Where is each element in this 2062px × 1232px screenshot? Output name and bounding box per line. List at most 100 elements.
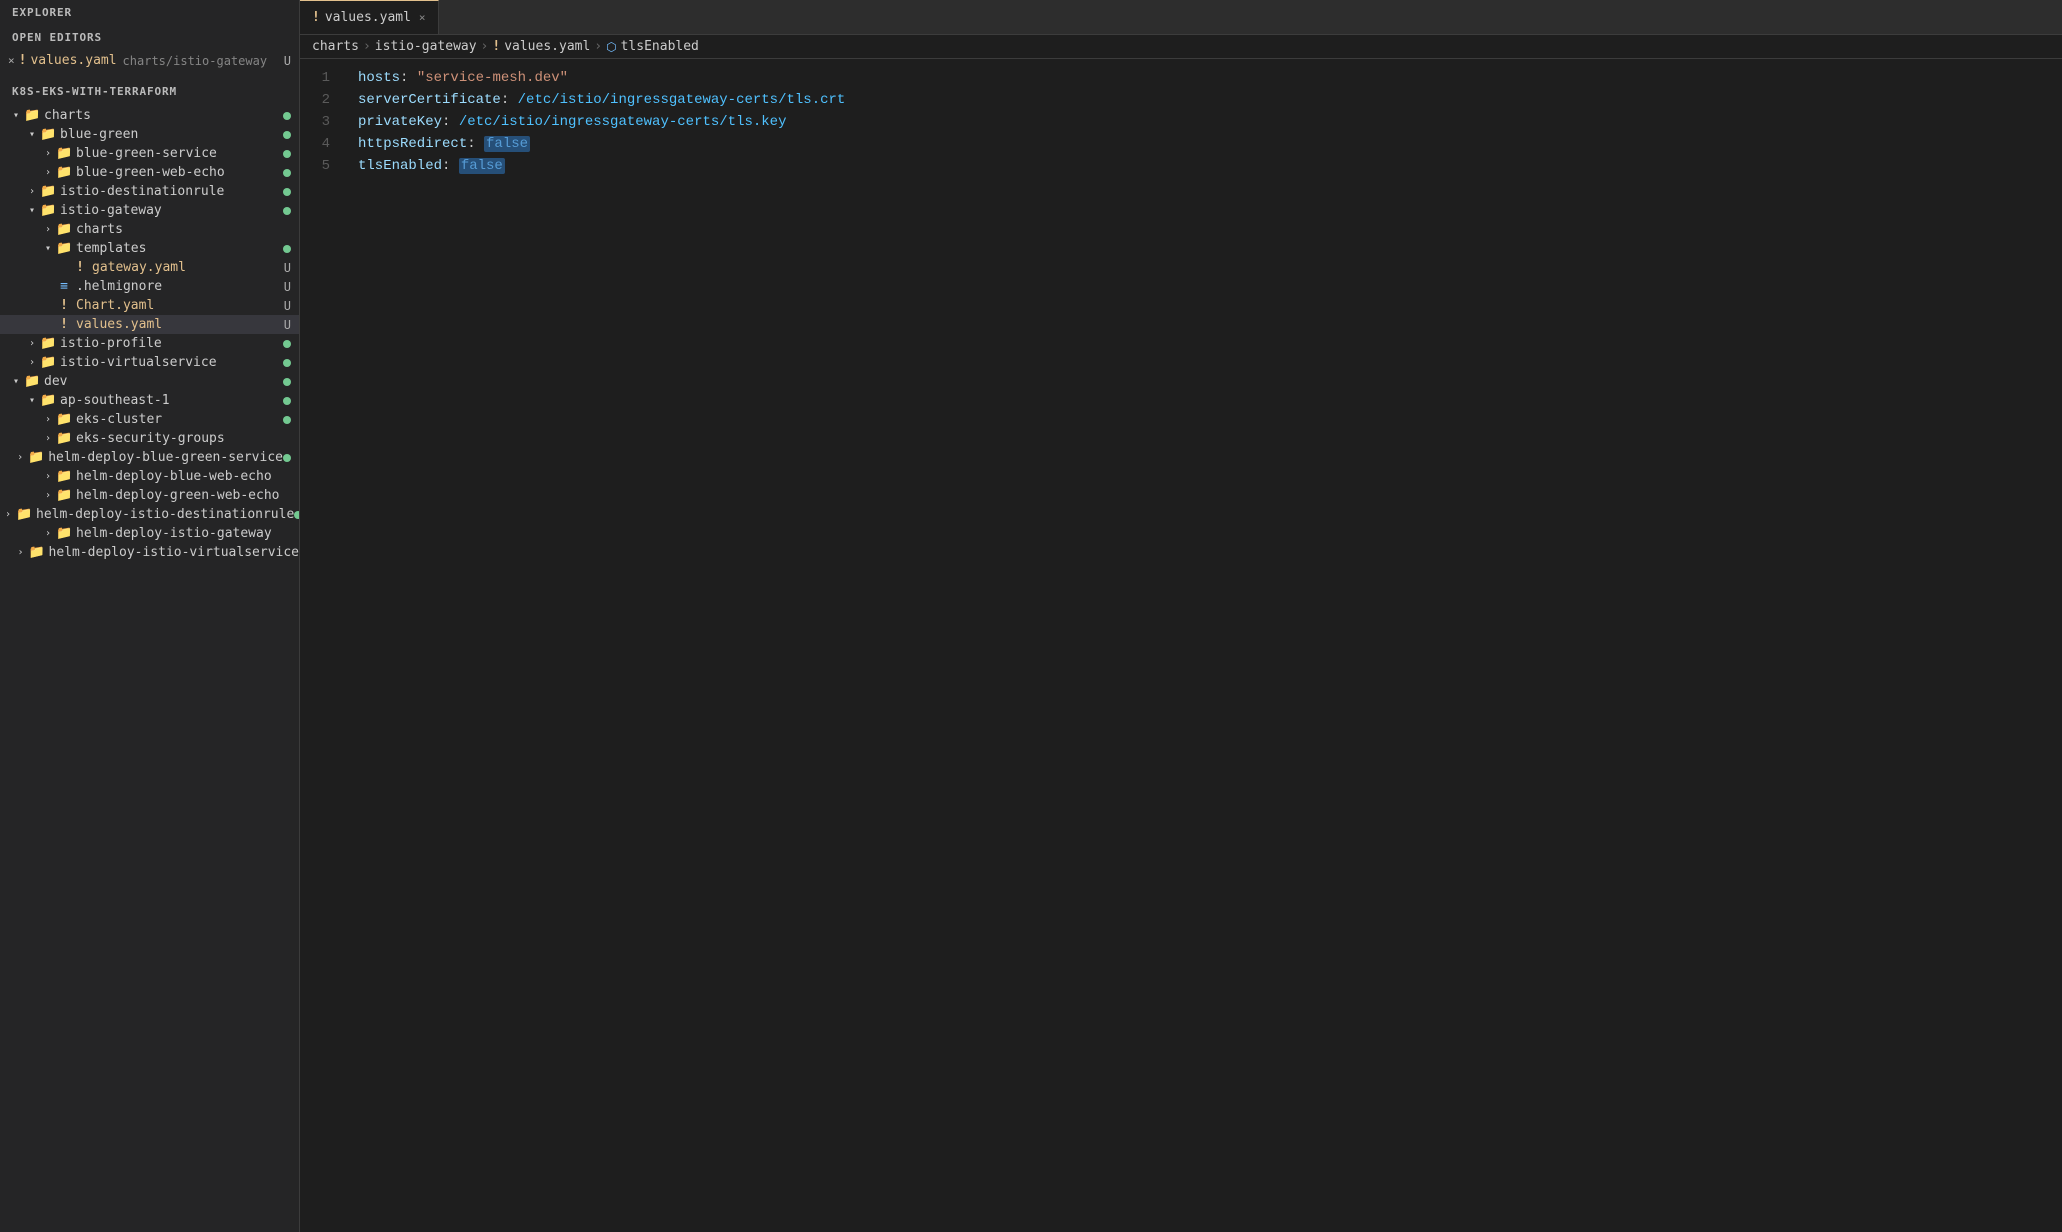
tree-item-eks-security-groups[interactable]: ›📁eks-security-groups xyxy=(0,429,299,448)
open-editor-filename: values.yaml xyxy=(30,53,116,68)
sidebar: EXPLORER OPEN EDITORS × ! values.yaml ch… xyxy=(0,0,300,1232)
tree-item-eks-cluster[interactable]: ›📁eks-cluster xyxy=(0,410,299,429)
chevron-icon: › xyxy=(40,414,56,425)
folder-icon: 📁 xyxy=(56,469,72,484)
exclaim-file-icon: ! xyxy=(72,260,88,275)
folder-icon: 📁 xyxy=(56,146,72,161)
tree-item-label: charts xyxy=(76,222,299,237)
tree-item-label: helm-deploy-blue-green-service xyxy=(48,450,283,465)
tree-item-.helmignore[interactable]: ≡.helmignoreU xyxy=(0,277,299,296)
line-content: tlsEnabled: false xyxy=(350,155,2062,177)
tab-bar: ! values.yaml × xyxy=(300,0,2062,35)
tab-filename: values.yaml xyxy=(325,10,411,25)
tree-item-helm-deploy-istio-destinationrule[interactable]: ›📁helm-deploy-istio-destinationrule xyxy=(0,505,299,524)
explorer-heading: EXPLORER xyxy=(0,0,299,25)
breadcrumb-sep-1: › xyxy=(363,39,371,54)
breadcrumb-sep-3: › xyxy=(594,39,602,54)
code-editor[interactable]: 1hosts: "service-mesh.dev"2serverCertifi… xyxy=(300,59,2062,1232)
breadcrumb-bracket-icon: ⬡ xyxy=(606,40,616,54)
workspace-heading: K8S-EKS-WITH-TERRAFORM xyxy=(0,79,299,104)
tree-item-label: eks-cluster xyxy=(76,412,283,427)
modified-dot xyxy=(283,245,291,253)
exclaim-file-icon: ! xyxy=(56,317,72,332)
line-number: 4 xyxy=(300,133,350,155)
tree-item-helm-deploy-green-web-echo[interactable]: ›📁helm-deploy-green-web-echo xyxy=(0,486,299,505)
folder-icon: 📁 xyxy=(29,545,45,560)
chevron-icon: › xyxy=(24,357,40,368)
tree-item-label: helm-deploy-istio-gateway xyxy=(76,526,299,541)
tree-item-charts[interactable]: ▾📁charts xyxy=(0,106,299,125)
tab-exclaim-icon: ! xyxy=(312,10,320,25)
code-line: 3privateKey: /etc/istio/ingressgateway-c… xyxy=(300,111,2062,133)
folder-icon: 📁 xyxy=(40,355,56,370)
modified-dot xyxy=(283,207,291,215)
tab-close-icon[interactable]: × xyxy=(419,11,426,24)
tree-item-values.yaml[interactable]: !values.yamlU xyxy=(0,315,299,334)
tree-item-istio-virtualservice[interactable]: ›📁istio-virtualservice xyxy=(0,353,299,372)
syntax-key: serverCertificate xyxy=(358,92,501,108)
open-editor-item[interactable]: × ! values.yaml charts/istio-gateway U xyxy=(0,50,299,71)
code-line: 1hosts: "service-mesh.dev" xyxy=(300,67,2062,89)
tree-item-templates[interactable]: ▾📁templates xyxy=(0,239,299,258)
code-line: 2serverCertificate: /etc/istio/ingressga… xyxy=(300,89,2062,111)
syntax-value: /etc/istio/ingressgateway-certs/tls.key xyxy=(459,114,787,130)
tab-values-yaml[interactable]: ! values.yaml × xyxy=(300,0,439,34)
line-content: hosts: "service-mesh.dev" xyxy=(350,67,2062,89)
close-icon[interactable]: × xyxy=(8,54,15,67)
folder-icon: 📁 xyxy=(28,450,44,465)
modified-dot xyxy=(283,340,291,348)
chevron-icon: › xyxy=(24,338,40,349)
breadcrumb-values-yaml: values.yaml xyxy=(504,39,590,54)
line-number: 2 xyxy=(300,89,350,111)
tree-item-ap-southeast-1[interactable]: ▾📁ap-southeast-1 xyxy=(0,391,299,410)
folder-icon: 📁 xyxy=(40,336,56,351)
folder-icon: 📁 xyxy=(56,222,72,237)
tree-item-label: helm-deploy-green-web-echo xyxy=(76,488,299,503)
tree-item-blue-green-service[interactable]: ›📁blue-green-service xyxy=(0,144,299,163)
tree-item-label: istio-profile xyxy=(60,336,283,351)
tree-item-label: .helmignore xyxy=(76,279,284,294)
syntax-key: privateKey xyxy=(358,114,442,130)
chevron-icon: › xyxy=(40,224,56,235)
tree-item-label: helm-deploy-istio-virtualservice xyxy=(49,545,299,560)
syntax-value: false xyxy=(484,136,530,152)
tree-item-blue-green[interactable]: ▾📁blue-green xyxy=(0,125,299,144)
tree-item-label: blue-green xyxy=(60,127,283,142)
syntax-colon: : xyxy=(400,70,417,86)
modified-dot xyxy=(283,416,291,424)
tree-item-gateway.yaml[interactable]: !gateway.yamlU xyxy=(0,258,299,277)
tree-item-blue-green-web-echo[interactable]: ›📁blue-green-web-echo xyxy=(0,163,299,182)
folder-icon: 📁 xyxy=(56,241,72,256)
tree-item-helm-deploy-istio-virtualservice[interactable]: ›📁helm-deploy-istio-virtualservice xyxy=(0,543,299,562)
open-editors-heading: OPEN EDITORS xyxy=(0,25,299,50)
breadcrumb: charts › istio-gateway › ! values.yaml ›… xyxy=(300,35,2062,59)
modified-dot xyxy=(283,397,291,405)
tree-item-label: eks-security-groups xyxy=(76,431,299,446)
tree-item-helm-deploy-blue-green-service[interactable]: ›📁helm-deploy-blue-green-service xyxy=(0,448,299,467)
modified-dot xyxy=(283,454,291,462)
tree-item-istio-gateway[interactable]: ▾📁istio-gateway xyxy=(0,201,299,220)
breadcrumb-charts: charts xyxy=(312,39,359,54)
folder-icon: 📁 xyxy=(24,108,40,123)
open-editor-badge: U xyxy=(284,54,291,68)
tree-item-label: istio-gateway xyxy=(60,203,283,218)
tree-item-Chart.yaml[interactable]: !Chart.yamlU xyxy=(0,296,299,315)
line-content: serverCertificate: /etc/istio/ingressgat… xyxy=(350,89,2062,111)
tree-item-istio-profile[interactable]: ›📁 istio-profile xyxy=(0,334,299,353)
tree-item-charts-sub[interactable]: ›📁 charts xyxy=(0,220,299,239)
tree-item-istio-destinationrule[interactable]: ›📁istio-destinationrule xyxy=(0,182,299,201)
tree-item-helm-deploy-blue-web-echo[interactable]: ›📁helm-deploy-blue-web-echo xyxy=(0,467,299,486)
line-number: 3 xyxy=(300,111,350,133)
folder-icon: 📁 xyxy=(56,431,72,446)
folder-icon: 📁 xyxy=(40,127,56,142)
tree-item-helm-deploy-istio-gateway[interactable]: ›📁helm-deploy-istio-gateway xyxy=(0,524,299,543)
line-content: privateKey: /etc/istio/ingressgateway-ce… xyxy=(350,111,2062,133)
tree-item-dev[interactable]: ▾📁dev xyxy=(0,372,299,391)
file-tree: ▾📁charts▾📁blue-green›📁blue-green-service… xyxy=(0,104,299,564)
tree-item-label: gateway.yaml xyxy=(92,260,284,275)
folder-icon: 📁 xyxy=(56,488,72,503)
syntax-colon: : xyxy=(467,136,484,152)
exclaim-icon: ! xyxy=(19,53,27,68)
folder-icon: 📁 xyxy=(56,526,72,541)
tree-item-label: ap-southeast-1 xyxy=(60,393,283,408)
